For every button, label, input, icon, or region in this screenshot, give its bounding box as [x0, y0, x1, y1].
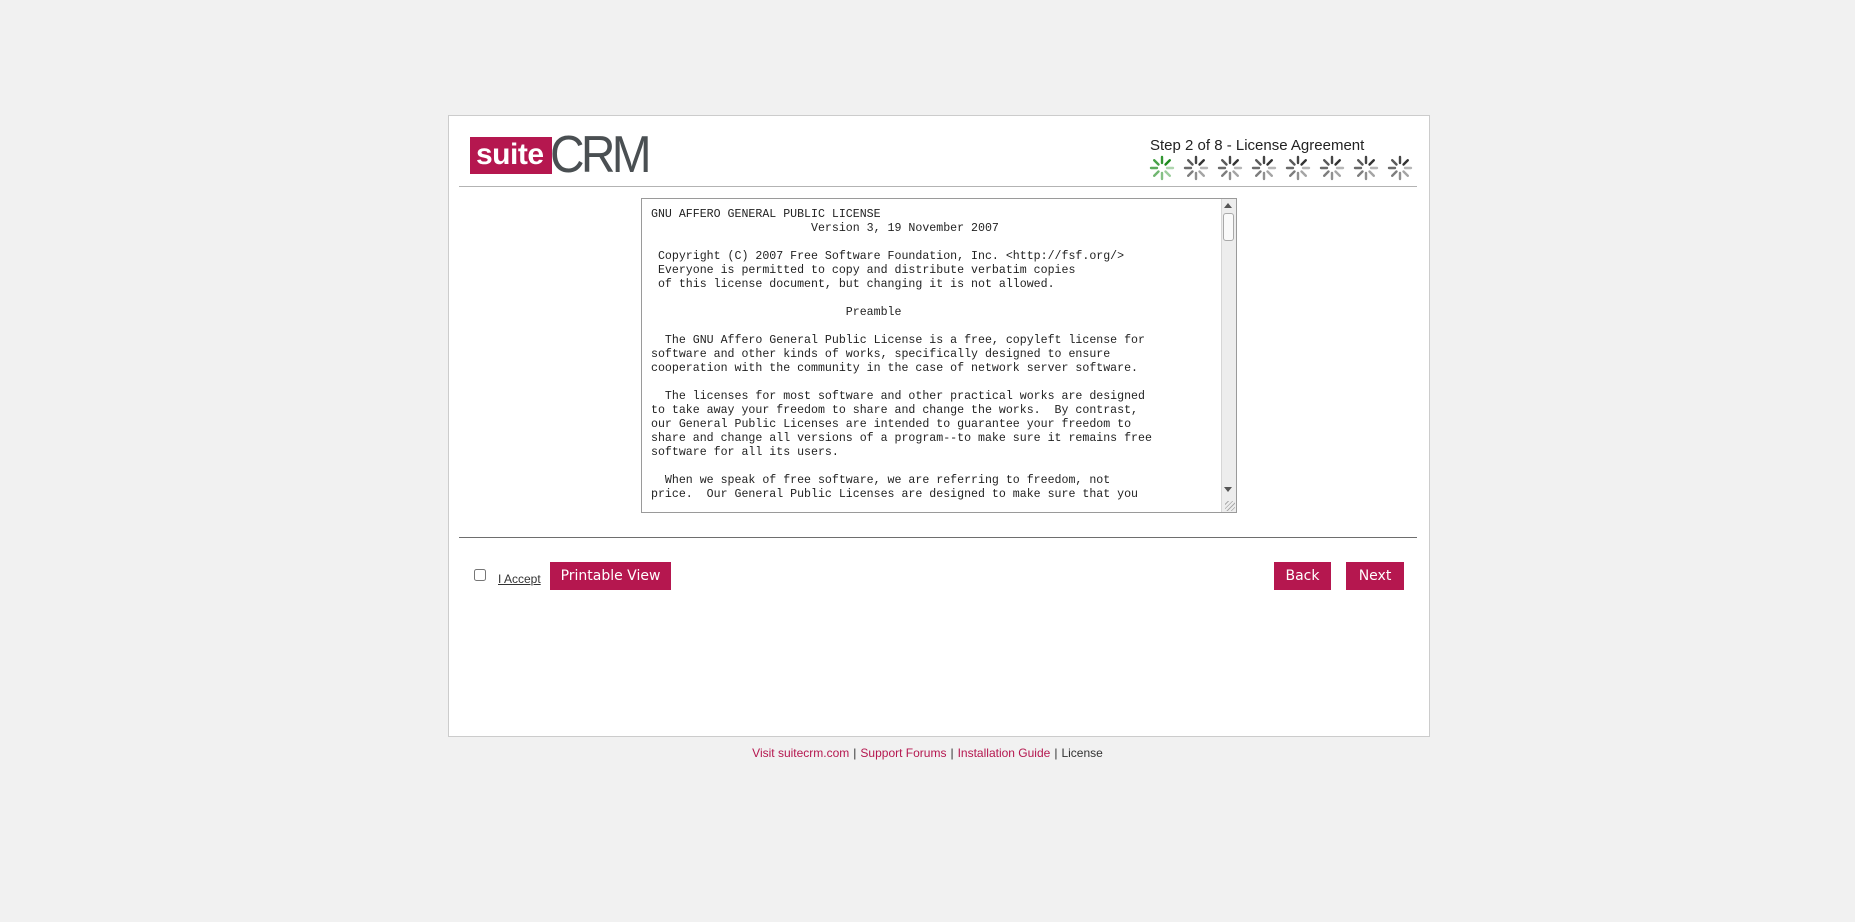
- footer-separator: |: [1054, 746, 1058, 760]
- step-spinner-icon: [1217, 155, 1251, 181]
- footer: Visit suitecrm.com | Support Forums | Instal…: [0, 746, 1855, 760]
- logo-suite-text: suite: [470, 136, 552, 174]
- step-spinner-icon: [1285, 155, 1319, 181]
- license-text: GNU AFFERO GENERAL PUBLIC LICENSE Versio…: [651, 208, 1152, 501]
- logo-crm-text: CRM: [549, 126, 652, 184]
- step-spinner-icon: [1387, 155, 1421, 181]
- step-progress: [1149, 155, 1421, 181]
- license-scrollbar[interactable]: [1221, 199, 1236, 512]
- footer-separator: |: [950, 746, 954, 760]
- footer-separator: |: [853, 746, 857, 760]
- step-spinner-icon: [1149, 155, 1183, 181]
- footer-link-installation-guide[interactable]: Installation Guide: [958, 746, 1051, 760]
- divider-bottom: [459, 537, 1417, 538]
- scroll-down-arrow-icon[interactable]: [1224, 487, 1232, 492]
- resize-grip-icon[interactable]: [1225, 501, 1235, 511]
- next-button[interactable]: Next: [1346, 562, 1404, 590]
- divider-top: [459, 186, 1417, 187]
- footer-link-support-forums[interactable]: Support Forums: [860, 746, 946, 760]
- footer-link-visit-suitecrm[interactable]: Visit suitecrm.com: [752, 746, 849, 760]
- accept-label[interactable]: I Accept: [498, 572, 541, 586]
- back-button[interactable]: Back: [1274, 562, 1331, 590]
- installer-panel: suite CRM Step 2 of 8 - License Agreemen…: [448, 115, 1430, 737]
- step-spinner-icon: [1251, 155, 1285, 181]
- suitecrm-logo: suite CRM: [470, 126, 656, 184]
- step-spinner-icon: [1319, 155, 1353, 181]
- printable-view-button[interactable]: Printable View: [550, 562, 671, 590]
- step-spinner-icon: [1353, 155, 1387, 181]
- license-textarea[interactable]: GNU AFFERO GENERAL PUBLIC LICENSE Versio…: [641, 198, 1237, 513]
- step-title: Step 2 of 8 - License Agreement: [1150, 137, 1365, 154]
- scroll-thumb[interactable]: [1223, 213, 1234, 241]
- scroll-up-arrow-icon[interactable]: [1224, 203, 1232, 208]
- accept-checkbox[interactable]: [474, 569, 486, 581]
- footer-license-label: License: [1061, 746, 1103, 760]
- step-spinner-icon: [1183, 155, 1217, 181]
